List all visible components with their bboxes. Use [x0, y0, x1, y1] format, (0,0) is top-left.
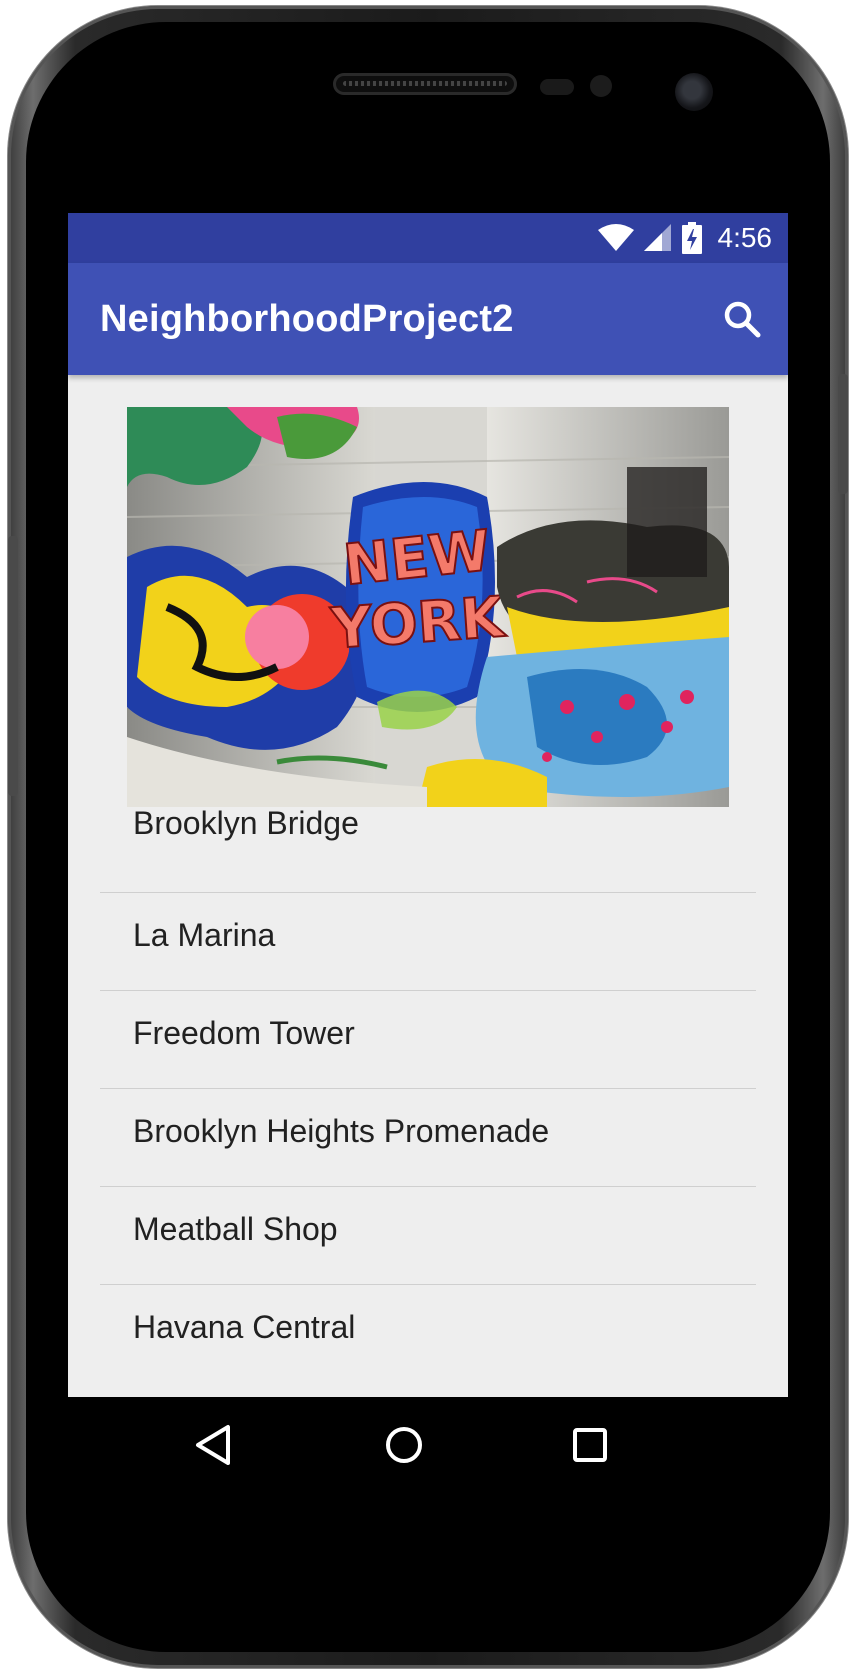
- hero-image: NEW YORK: [127, 407, 729, 807]
- list-item-label: La Marina: [133, 917, 276, 953]
- wifi-icon: [597, 224, 634, 251]
- proximity-sensor: [540, 79, 574, 95]
- list-item-label: Freedom Tower: [133, 1015, 355, 1051]
- battery-charging-icon: [681, 222, 702, 254]
- navigation-bar: [68, 1397, 788, 1493]
- list-item-label: Havana Central: [133, 1309, 356, 1345]
- list-item[interactable]: Meatball Shop: [100, 1187, 756, 1285]
- back-icon: [196, 1425, 230, 1465]
- app-bar: NeighborhoodProject2: [68, 263, 788, 375]
- graffiti-image: NEW YORK: [127, 407, 729, 807]
- status-time: 4:56: [717, 222, 773, 253]
- list-item-label: Meatball Shop: [133, 1211, 338, 1247]
- front-camera-icon: [675, 73, 713, 111]
- list-item[interactable]: Brooklyn Bridge: [100, 795, 756, 893]
- home-icon: [386, 1427, 422, 1463]
- content-area: NEW YORK Brooklyn Bridge La Marina Freed…: [68, 375, 788, 1397]
- search-icon: [724, 301, 761, 338]
- status-bar: 4:56: [68, 213, 788, 263]
- earpiece-speaker: [333, 73, 517, 95]
- recents-button[interactable]: [566, 1421, 614, 1469]
- list-item-label: Brooklyn Bridge: [133, 805, 359, 841]
- signal-icon: [643, 224, 671, 251]
- light-sensor: [590, 75, 612, 97]
- device-screen: 4:56 NeighborhoodProject2 NEW YORK Brook…: [68, 213, 788, 1493]
- places-list: Brooklyn Bridge La Marina Freedom Tower …: [100, 795, 756, 1382]
- svg-text:YORK: YORK: [328, 585, 508, 662]
- list-item[interactable]: Brooklyn Heights Promenade: [100, 1089, 756, 1187]
- home-button[interactable]: [380, 1421, 428, 1469]
- list-item[interactable]: La Marina: [100, 893, 756, 991]
- list-item[interactable]: Havana Central: [100, 1285, 756, 1382]
- volume-button: [8, 536, 18, 796]
- recents-icon: [573, 1428, 607, 1462]
- list-item-label: Brooklyn Heights Promenade: [133, 1113, 550, 1149]
- back-button[interactable]: [192, 1421, 240, 1469]
- list-item[interactable]: Freedom Tower: [100, 991, 756, 1089]
- power-button: [838, 374, 848, 494]
- search-button[interactable]: [720, 297, 764, 341]
- app-title: NeighborhoodProject2: [100, 298, 514, 340]
